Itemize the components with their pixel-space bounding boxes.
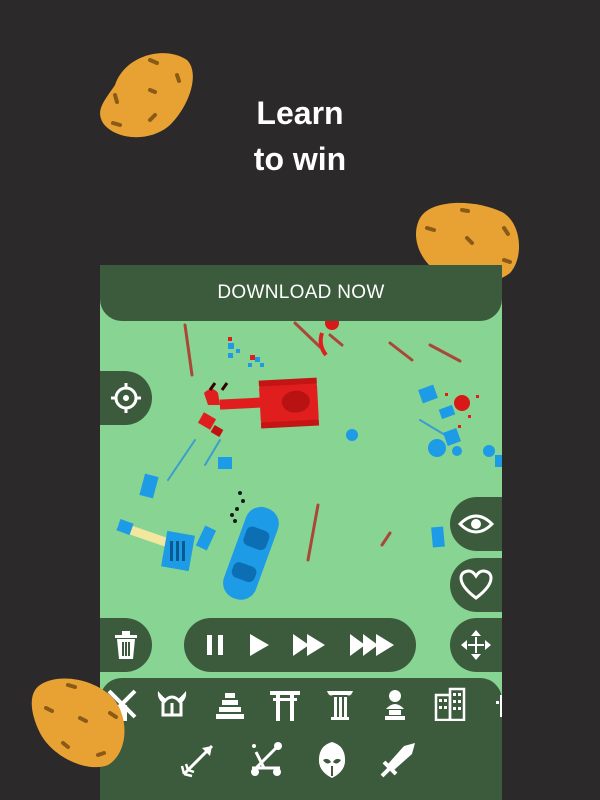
headline-line-1: Learn bbox=[256, 95, 344, 131]
fastest-forward-button[interactable] bbox=[349, 633, 395, 657]
bust-button[interactable] bbox=[375, 684, 415, 724]
buildings-icon bbox=[434, 687, 466, 721]
more-units-button[interactable] bbox=[482, 684, 502, 724]
trash-icon bbox=[115, 631, 137, 659]
palette-row-1 bbox=[100, 684, 502, 734]
play-button[interactable] bbox=[248, 633, 270, 657]
viking-helmet-icon bbox=[157, 691, 187, 717]
eye-icon bbox=[458, 514, 494, 534]
headline-line-2: to win bbox=[253, 141, 347, 177]
scroll-more-icon bbox=[496, 695, 502, 717]
knight-helmet-button[interactable] bbox=[312, 740, 352, 780]
download-now-button[interactable]: DOWNLOAD NOW bbox=[100, 265, 502, 321]
pyramid-button[interactable] bbox=[210, 684, 250, 724]
headline: Learn to win bbox=[0, 90, 600, 182]
fastest-forward-icon bbox=[349, 634, 394, 656]
heart-button[interactable] bbox=[450, 558, 502, 612]
sword-icon bbox=[380, 743, 415, 778]
torii-gate-button[interactable] bbox=[265, 684, 305, 724]
target-icon bbox=[111, 383, 141, 413]
fast-forward-button[interactable] bbox=[292, 633, 326, 657]
catapult-icon bbox=[251, 742, 282, 776]
play-icon bbox=[249, 634, 269, 656]
bust-icon bbox=[385, 690, 405, 720]
red-tank bbox=[219, 377, 320, 429]
heart-icon bbox=[459, 569, 493, 600]
eye-button[interactable] bbox=[450, 497, 502, 551]
torii-gate-icon bbox=[270, 691, 300, 721]
greek-column-icon bbox=[327, 691, 353, 720]
sword-button[interactable] bbox=[378, 740, 418, 780]
move-button[interactable] bbox=[450, 618, 502, 672]
palette-row-2 bbox=[100, 740, 502, 790]
blue-car bbox=[223, 506, 279, 600]
viking-helmet-button[interactable] bbox=[152, 684, 192, 724]
game-screen[interactable]: DOWNLOAD NOW bbox=[100, 265, 502, 800]
pause-icon bbox=[207, 635, 224, 655]
arrow-button[interactable] bbox=[178, 740, 218, 780]
greek-column-button[interactable] bbox=[320, 684, 360, 724]
buildings-button[interactable] bbox=[430, 684, 470, 724]
knight-helmet-icon bbox=[318, 742, 346, 778]
potato-decoration-top bbox=[100, 53, 193, 138]
move-arrows-icon bbox=[461, 630, 491, 660]
playback-controls bbox=[184, 618, 416, 672]
pause-button[interactable] bbox=[205, 633, 225, 657]
unit-palette bbox=[100, 678, 502, 800]
arrow-icon bbox=[180, 744, 214, 778]
fast-forward-icon bbox=[293, 634, 326, 656]
trash-button[interactable] bbox=[100, 618, 152, 672]
catapult-button[interactable] bbox=[246, 740, 286, 780]
potato-decoration-bottom bbox=[31, 678, 125, 768]
target-button[interactable] bbox=[100, 371, 152, 425]
pyramid-icon bbox=[216, 693, 244, 719]
